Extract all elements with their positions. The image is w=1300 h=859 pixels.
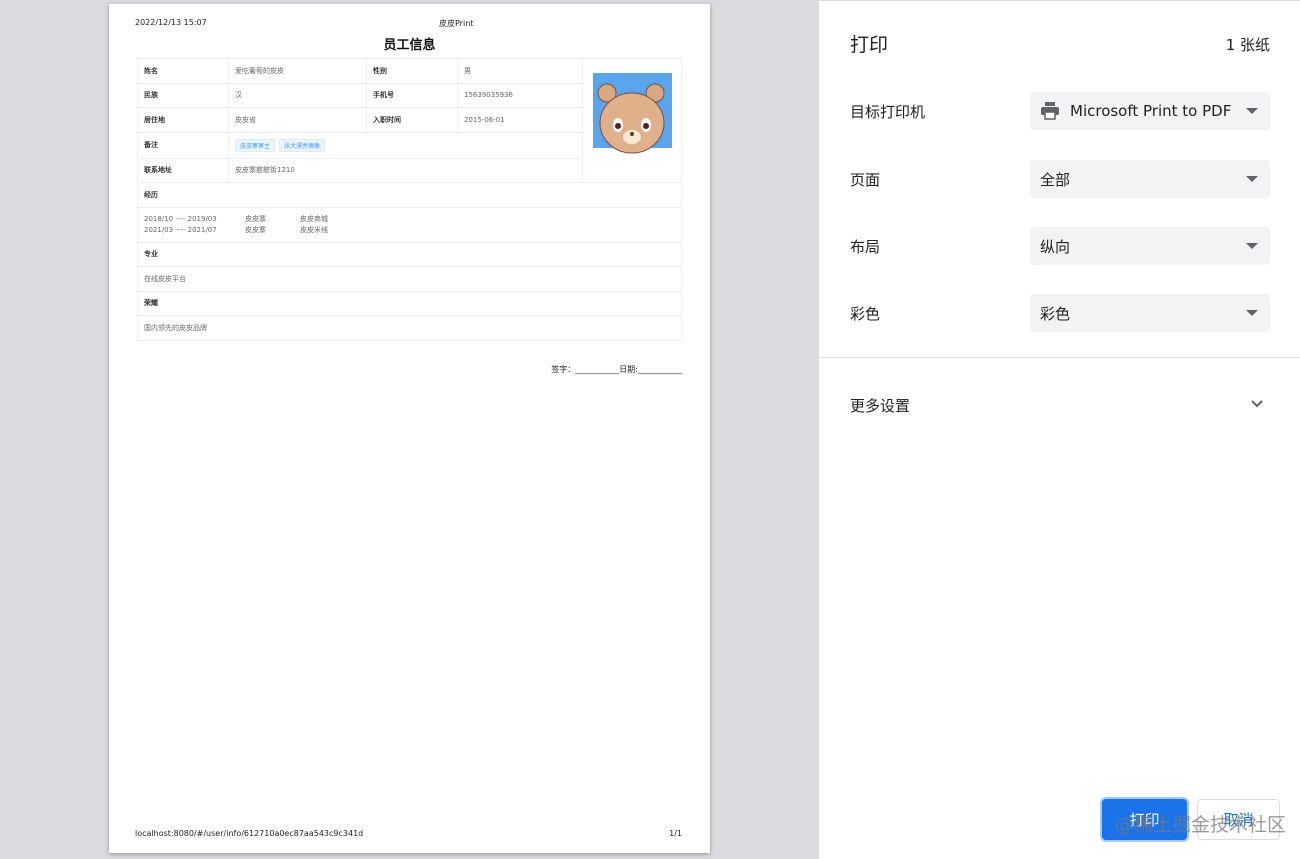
printer-icon [1041,102,1059,120]
project: 皮皮米线 [300,225,328,234]
tag: 张大漂亮偶像 [279,138,326,152]
dropdown-arrow-icon [1246,108,1258,114]
section-label: 专业 [137,241,682,267]
more-settings-toggle[interactable]: 更多设置 [850,395,1270,419]
experience-list: 2018/10 ---- 2019/03 皮皮寨 皮皮商城 2021/03 ----… [137,206,682,243]
tags: 皮皮寨寨主 张大漂亮偶像 [228,131,583,159]
label: 性别 [366,58,458,84]
info-table: 姓名 爱吃葡萄的皮皮 性别男 民族汉手机号 15639035936 居住地 皮皮省 入职时… [137,58,682,341]
layout-value: 纵向 [1040,237,1071,256]
label: 入职时间 [366,107,458,133]
panel-title: 打印 [850,34,889,56]
section-value: 在线皮皮平台 [137,266,682,292]
experience-row: 2018/10 ---- 2019/03 皮皮寨 皮皮商城 [144,214,675,225]
watermark: @稀土掘金技术社区 [1115,814,1287,836]
company: 皮皮寨 [245,214,266,223]
pages-label: 页面 [850,171,881,189]
color-value: 彩色 [1040,304,1071,323]
chevron-down-icon [1251,400,1263,408]
print-settings-panel: 打印 1 张纸 目标打印机 Microsoft Print to PDF 页面 … [819,0,1300,859]
value: 男 [457,58,583,84]
period: 2021/03 ---- 2021/07 [144,225,217,234]
label: 联系地址 [137,157,229,183]
period: 2018/10 ---- 2019/03 [144,214,217,223]
section-value: 国内领先的皮皮品牌 [137,315,682,341]
preview-area: 2022/12/13 15:07 皮皮Print 员工信息 姓名 爱吃葡萄的皮皮性… [0,0,819,859]
divider [819,357,1300,358]
value: 2015-06-01 [457,107,583,133]
print-date: 2022/12/13 15:07 [135,18,207,27]
dropdown-arrow-icon [1246,176,1258,182]
value: 皮皮寨憨憨街1210 [228,157,583,183]
print-preview-page: 2022/12/13 15:07 皮皮Print 员工信息 姓名 爱吃葡萄的皮皮性… [109,4,710,853]
pages-select[interactable]: 全部 [1030,160,1270,198]
signature-line: 签字：___________日期:___________ [551,365,682,374]
header-title: 皮皮Print [439,19,474,28]
bear-avatar-icon [592,73,672,166]
value: 皮皮省 [228,107,367,133]
doc-title: 员工信息 [383,38,436,53]
page-number: 1/1 [669,829,682,838]
avatar [582,58,682,183]
company: 皮皮寨 [245,225,266,234]
value: 15639035936 [457,82,583,108]
color-label: 彩色 [850,305,881,323]
section-label: 荣耀 [137,290,682,316]
dropdown-arrow-icon [1246,243,1258,249]
label: 手机号 [366,82,458,108]
label: 民族 [137,82,229,108]
destination-select[interactable]: Microsoft Print to PDF [1030,92,1270,130]
project: 皮皮商城 [300,214,328,223]
dropdown-arrow-icon [1246,310,1258,316]
footer-url: localhost:8080/#/user/info/612710a0ec87a… [135,829,364,838]
destination-label: 目标打印机 [850,103,926,121]
label: 姓名 [137,58,229,84]
tag: 皮皮寨寨主 [235,138,276,152]
section-label: 经历 [137,182,682,208]
experience-row: 2021/03 ---- 2021/07 皮皮寨 皮皮米线 [144,225,675,236]
pages-value: 全部 [1040,170,1071,189]
destination-value: Microsoft Print to PDF [1070,102,1232,120]
more-settings-label: 更多设置 [850,397,911,415]
value: 汉 [228,82,367,108]
label: 居住地 [137,107,229,133]
layout-label: 布局 [850,238,881,256]
layout-select[interactable]: 纵向 [1030,227,1270,265]
label: 备注 [137,131,229,159]
sheet-count: 1 张纸 [1225,36,1270,54]
color-select[interactable]: 彩色 [1030,294,1270,332]
value: 爱吃葡萄的皮皮 [228,58,367,84]
